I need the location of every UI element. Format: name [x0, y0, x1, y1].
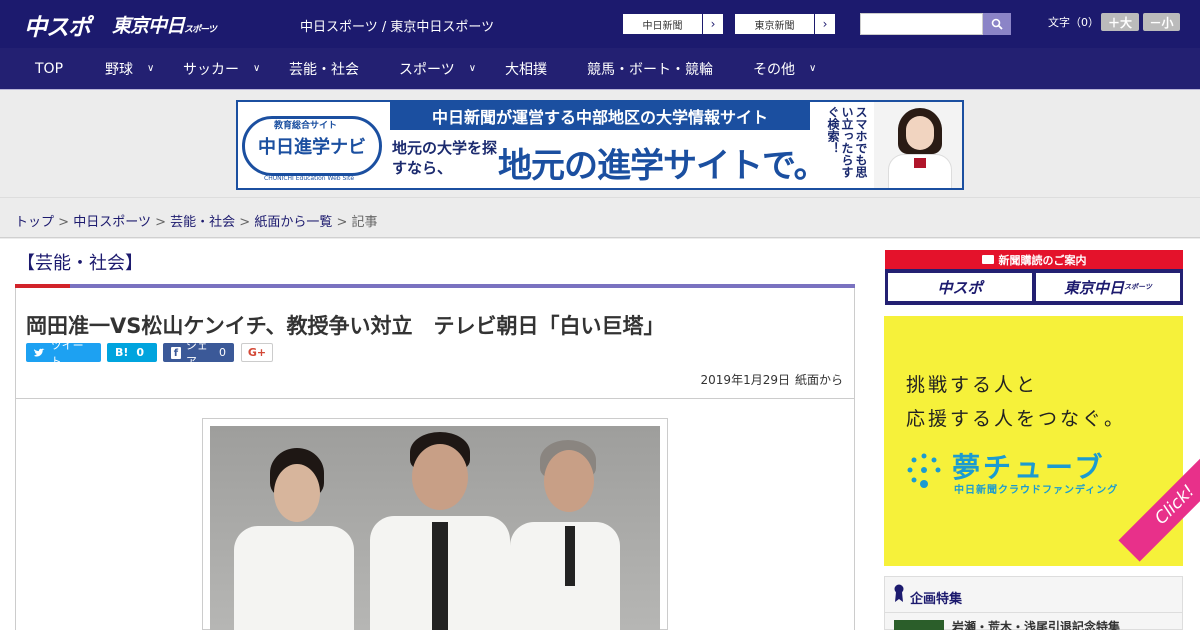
ad-subtitle: 中日新聞クラウドファンディング: [954, 485, 1119, 496]
banner-model-photo: [874, 102, 962, 188]
ad-line-1: 挑戦する人と: [906, 374, 1039, 396]
nav-entertainment[interactable]: 芸能・社会: [289, 48, 359, 89]
nav-label: 芸能・社会: [289, 61, 359, 78]
feature-title: 企画特集: [910, 592, 963, 607]
main-nav: TOP 野球 ∨ サッカー ∨ 芸能・社会 スポーツ ∨ 大相撲 競馬・ボート・競輪 …: [0, 48, 1200, 89]
tokyo-shimbun-link[interactable]: 東京新聞 ›: [734, 13, 836, 35]
shingaku-navi-banner[interactable]: 中日進学ナビ 教育総合サイト CHUNICHI Education Web Si…: [236, 100, 964, 190]
nav-baseball[interactable]: 野球 ∨: [105, 48, 154, 89]
article-header-divider: [15, 398, 855, 399]
tokyo-shimbun-label: 東京新聞: [735, 14, 815, 34]
subscribe-chuspo-button[interactable]: 中スポ: [888, 273, 1032, 301]
breadcrumb-current: 記事: [351, 215, 378, 230]
yume-dots-icon: [907, 453, 941, 488]
search-button[interactable]: [983, 13, 1011, 35]
subscribe-tokyo-button[interactable]: 東京中日 スポーツ: [1036, 273, 1180, 301]
google-plus-icon: G+: [247, 346, 267, 359]
article-date: 2019年1月29日: [700, 373, 790, 387]
font-smaller-button[interactable]: －小: [1143, 13, 1180, 31]
nav-sumo[interactable]: 大相撲: [505, 48, 547, 89]
article-photo: [210, 426, 660, 630]
ribbon-icon: [894, 584, 904, 602]
nav-racing[interactable]: 競馬・ボート・競輪: [587, 48, 713, 89]
banner-main-copy: 地元の進学サイトで。: [498, 146, 828, 186]
fb-share-label: シェア: [185, 338, 208, 368]
chevron-down-icon: ∨: [809, 63, 817, 74]
tokyo-logo-small: スポーツ: [184, 25, 217, 35]
nav-sports[interactable]: スポーツ ∨: [399, 48, 476, 89]
tokyo-logo-text: 東京中日: [112, 15, 185, 37]
ad-logo: 夢チューブ: [952, 451, 1106, 484]
search-input[interactable]: [860, 13, 983, 35]
banner-left-copy: 地元の大学を探すなら、: [392, 139, 498, 177]
article-source: 紙面から: [794, 373, 843, 387]
nav-label: TOP: [35, 60, 64, 77]
breadcrumb-paper-list[interactable]: 紙面から一覧: [254, 215, 332, 230]
tweet-label: ツイート: [50, 338, 84, 368]
chevron-right-icon: ›: [822, 17, 828, 31]
subscribe-tokyo-small: スポーツ: [1124, 283, 1152, 291]
site-names: 中日スポーツ / 東京中日スポーツ: [300, 20, 495, 35]
logo-subtext: CHUNICHI Education Web Site: [264, 175, 355, 182]
breadcrumb: トップ > 中日スポーツ > 芸能・社会 > 紙面から一覧 > 記事: [15, 211, 378, 230]
breadcrumb-entertainment[interactable]: 芸能・社会: [170, 215, 235, 230]
chunichi-shimbun-label: 中日新聞: [623, 14, 703, 34]
chevron-down-icon: ∨: [147, 63, 155, 74]
logo-text: 中日進学ナビ: [258, 137, 366, 158]
font-size-label: 文字（0）: [1048, 16, 1099, 29]
category-title: 【芸能・社会】: [17, 253, 143, 274]
nav-label: 野球: [105, 61, 133, 78]
feature-thumbnail[interactable]: [894, 620, 944, 630]
breadcrumb-top[interactable]: トップ: [15, 215, 54, 230]
nav-other[interactable]: その他 ∨: [753, 48, 816, 89]
nav-label: スポーツ: [399, 61, 455, 78]
facebook-share-button[interactable]: f シェア 0: [163, 339, 234, 368]
hatena-count: 0: [136, 346, 145, 359]
chevron-right-icon: ›: [710, 17, 716, 31]
logo-caption: 教育総合サイト: [274, 121, 338, 131]
font-larger-button[interactable]: ＋大: [1101, 13, 1139, 31]
twitter-bird-icon: [34, 347, 45, 357]
hatena-b-icon: B!: [115, 346, 129, 359]
search-icon: [991, 18, 1003, 30]
breadcrumb-chunichi-sports[interactable]: 中日スポーツ: [73, 215, 151, 230]
google-plus-button[interactable]: G+: [241, 343, 273, 362]
breadcrumb-separator: >: [155, 215, 166, 230]
subscription-header-text: 新聞購読のご案内: [998, 253, 1087, 267]
article-dateline: 2019年1月29日 紙面から: [600, 371, 843, 388]
article-headline: 岡田准一VS松山ケンイチ、教授争い対立 テレビ朝日「白い巨塔」: [26, 314, 665, 338]
nav-label: 大相撲: [505, 61, 547, 78]
banner-headline: 中日新聞が運営する中部地区の大学情報サイト: [390, 102, 810, 130]
nav-soccer[interactable]: サッカー ∨: [183, 48, 260, 89]
tweet-button[interactable]: ツイート: [26, 339, 101, 368]
nav-label: 競馬・ボート・競輪: [587, 61, 713, 78]
chevron-down-icon: ∨: [468, 63, 477, 74]
subscription-header: 新聞購読のご案内: [885, 250, 1183, 269]
nav-label: サッカー: [183, 61, 239, 78]
subscribe-tokyo-label: 東京中日: [1064, 278, 1125, 297]
breadcrumb-separator: >: [58, 215, 70, 230]
chunichi-shimbun-link[interactable]: 中日新聞 ›: [622, 13, 724, 35]
newspaper-icon: [981, 255, 994, 264]
facebook-f-icon: f: [171, 346, 181, 359]
nav-label: その他: [753, 61, 795, 78]
chevron-down-icon: ∨: [253, 63, 261, 74]
feature-divider: [884, 612, 1183, 613]
breadcrumb-separator: >: [336, 215, 348, 230]
banner-vertical-copy: スマホでも思い立ったらすぐ検索！: [826, 106, 868, 178]
nav-top[interactable]: TOP: [35, 48, 63, 89]
chuspo-logo[interactable]: 中スポ: [24, 8, 91, 42]
breadcrumb-separator: >: [239, 215, 251, 230]
tokyo-chunichi-logo[interactable]: 東京中日スポーツ: [112, 11, 217, 38]
hatena-bookmark-button[interactable]: B! 0: [107, 343, 157, 362]
feature-item-link[interactable]: 岩瀬・荒木・浅尾引退記念特集: [952, 618, 1120, 630]
fb-share-count: 0: [219, 346, 226, 359]
ad-line-2: 応援する人をつなぐ。: [906, 408, 1127, 430]
